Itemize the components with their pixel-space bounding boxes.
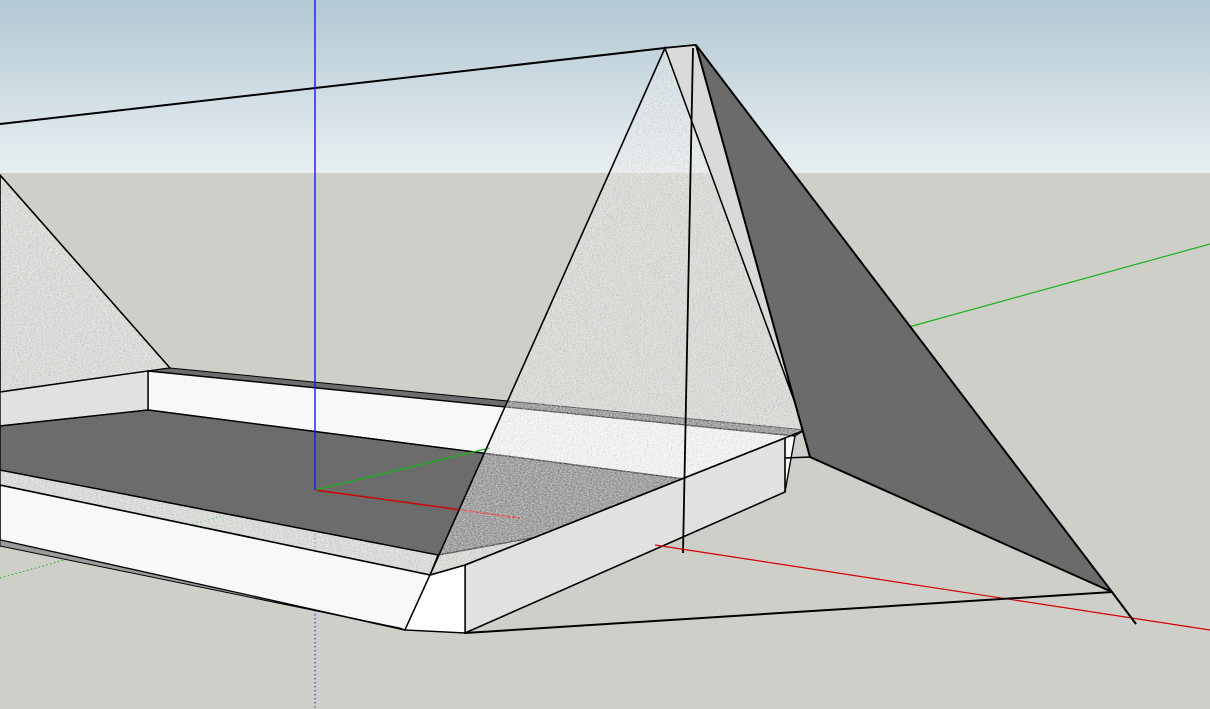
roof-base-edge <box>784 456 811 459</box>
model-viewport[interactable] <box>0 0 1210 709</box>
sky <box>0 0 1210 173</box>
3d-scene-canvas[interactable] <box>0 0 1210 709</box>
